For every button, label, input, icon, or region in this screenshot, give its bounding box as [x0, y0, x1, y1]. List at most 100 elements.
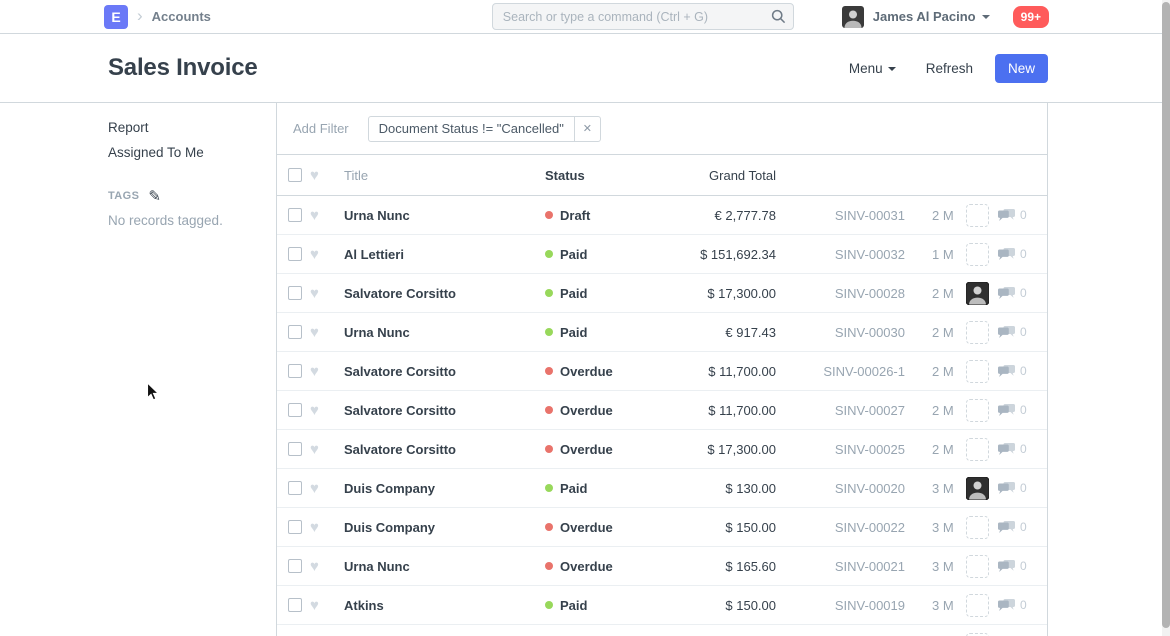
filter-bar: Add Filter Document Status != "Cancelled…: [277, 103, 1047, 155]
heart-icon[interactable]: ♥: [310, 325, 344, 340]
user-menu[interactable]: James Al Pacino: [842, 6, 990, 28]
row-status-label: Paid: [560, 598, 587, 613]
app-logo[interactable]: E: [104, 5, 128, 29]
status-dot-icon: [545, 601, 553, 609]
row-grand-total: € 917.43: [645, 325, 776, 340]
row-avatar: [966, 204, 989, 227]
row-modified: 2 M: [932, 403, 966, 418]
row-grand-total: $ 130.00: [645, 481, 776, 496]
top-navbar: E › Accounts James Al Pacino 99+: [0, 0, 1170, 34]
row-status-label: Overdue: [560, 442, 613, 457]
comment-bubble-icon: [998, 482, 1015, 495]
row-status-label: Paid: [560, 286, 587, 301]
row-title[interactable]: Urna Nunc: [344, 208, 545, 223]
remove-filter-icon[interactable]: ✕: [574, 117, 600, 141]
row-title[interactable]: Salvatore Corsitto: [344, 364, 545, 379]
table-row[interactable]: ♥ Al Lettieri Paid $ 151,692.34 SINV-000…: [277, 235, 1047, 274]
row-status-label: Overdue: [560, 403, 613, 418]
row-avatar: [966, 243, 989, 266]
row-grand-total: $ 151,692.34: [645, 247, 776, 262]
heart-icon[interactable]: ♥: [310, 208, 344, 223]
table-row[interactable]: ♥: [277, 625, 1047, 636]
comment-count: 0: [1020, 481, 1027, 495]
table-row[interactable]: ♥ Urna Nunc Overdue $ 165.60 SINV-00021 …: [277, 547, 1047, 586]
user-avatar: [842, 6, 864, 28]
row-title[interactable]: Duis Company: [344, 520, 545, 535]
row-id: SINV-00020: [776, 481, 905, 496]
heart-icon[interactable]: ♥: [310, 520, 344, 535]
row-checkbox[interactable]: [288, 403, 302, 417]
status-dot-icon: [545, 523, 553, 531]
row-title[interactable]: Salvatore Corsitto: [344, 403, 545, 418]
row-title[interactable]: Al Lettieri: [344, 247, 545, 262]
table-row[interactable]: ♥ Salvatore Corsitto Overdue $ 17,300.00…: [277, 430, 1047, 469]
row-modified: 2 M: [932, 325, 966, 340]
sidebar-item-assigned-to-me[interactable]: Assigned To Me: [108, 145, 246, 161]
row-id: SINV-00030: [776, 325, 905, 340]
table-row[interactable]: ♥ Salvatore Corsitto Paid $ 17,300.00 SI…: [277, 274, 1047, 313]
scrollbar-track[interactable]: [1162, 0, 1170, 636]
table-row[interactable]: ♥ Urna Nunc Draft € 2,777.78 SINV-00031 …: [277, 196, 1047, 235]
row-id: SINV-00026-1: [776, 364, 905, 379]
table-header-row: ♥ Title Status Grand Total: [277, 155, 1047, 196]
row-id: SINV-00022: [776, 520, 905, 535]
row-title[interactable]: Urna Nunc: [344, 325, 545, 340]
comment-bubble-icon: [998, 404, 1015, 417]
page-header: Sales Invoice Menu Refresh New: [0, 34, 1170, 103]
invoice-rows: ♥ Urna Nunc Draft € 2,777.78 SINV-00031 …: [277, 196, 1047, 636]
row-checkbox[interactable]: [288, 364, 302, 378]
row-status-label: Paid: [560, 481, 587, 496]
row-checkbox[interactable]: [288, 286, 302, 300]
table-row[interactable]: ♥ Duis Company Overdue $ 150.00 SINV-000…: [277, 508, 1047, 547]
table-row[interactable]: ♥ Salvatore Corsitto Overdue $ 11,700.00…: [277, 391, 1047, 430]
column-header-status: Status: [545, 168, 645, 183]
row-title[interactable]: Urna Nunc: [344, 559, 545, 574]
search-input[interactable]: [492, 3, 794, 30]
row-title[interactable]: Salvatore Corsitto: [344, 442, 545, 457]
breadcrumb[interactable]: Accounts: [152, 9, 211, 24]
scrollbar-thumb[interactable]: [1162, 2, 1170, 628]
heart-icon[interactable]: ♥: [310, 247, 344, 262]
row-modified: 2 M: [932, 442, 966, 457]
row-checkbox[interactable]: [288, 598, 302, 612]
row-checkbox[interactable]: [288, 208, 302, 222]
heart-icon[interactable]: ♥: [310, 559, 344, 574]
add-filter-button[interactable]: Add Filter: [293, 121, 349, 136]
active-filter-chip[interactable]: Document Status != "Cancelled" ✕: [368, 116, 601, 142]
row-checkbox[interactable]: [288, 442, 302, 456]
heart-icon[interactable]: ♥: [310, 598, 344, 613]
row-checkbox[interactable]: [288, 520, 302, 534]
comment-bubble-icon: [998, 248, 1015, 261]
row-title[interactable]: Salvatore Corsitto: [344, 286, 545, 301]
heart-icon[interactable]: ♥: [310, 286, 344, 301]
notification-badge[interactable]: 99+: [1013, 6, 1049, 28]
pencil-icon[interactable]: ✎: [148, 191, 161, 202]
select-all-checkbox[interactable]: [288, 168, 302, 182]
sidebar-item-report[interactable]: Report: [108, 120, 246, 136]
heart-icon[interactable]: ♥: [310, 403, 344, 418]
refresh-button[interactable]: Refresh: [926, 61, 973, 76]
menu-button[interactable]: Menu: [849, 61, 896, 76]
search-icon[interactable]: [771, 9, 786, 27]
comment-bubble-icon: [998, 443, 1015, 456]
row-checkbox[interactable]: [288, 559, 302, 573]
row-checkbox[interactable]: [288, 247, 302, 261]
row-title[interactable]: Atkins: [344, 598, 545, 613]
row-checkbox[interactable]: [288, 481, 302, 495]
filter-chip-label[interactable]: Document Status != "Cancelled": [369, 121, 574, 136]
comment-count: 0: [1020, 247, 1027, 261]
heart-icon[interactable]: ♥: [310, 442, 344, 457]
new-button[interactable]: New: [995, 54, 1048, 83]
table-row[interactable]: ♥ Urna Nunc Paid € 917.43 SINV-00030 2 M…: [277, 313, 1047, 352]
table-row[interactable]: ♥ Duis Company Paid $ 130.00 SINV-00020 …: [277, 469, 1047, 508]
table-row[interactable]: ♥ Atkins Paid $ 150.00 SINV-00019 3 M 0: [277, 586, 1047, 625]
heart-icon[interactable]: ♥: [310, 481, 344, 496]
chevron-down-icon: [888, 67, 896, 71]
table-row[interactable]: ♥ Salvatore Corsitto Overdue $ 11,700.00…: [277, 352, 1047, 391]
comment-count: 0: [1020, 325, 1027, 339]
heart-icon: ♥: [310, 168, 344, 183]
row-title[interactable]: Duis Company: [344, 481, 545, 496]
row-checkbox[interactable]: [288, 325, 302, 339]
row-avatar: [966, 477, 989, 500]
heart-icon[interactable]: ♥: [310, 364, 344, 379]
